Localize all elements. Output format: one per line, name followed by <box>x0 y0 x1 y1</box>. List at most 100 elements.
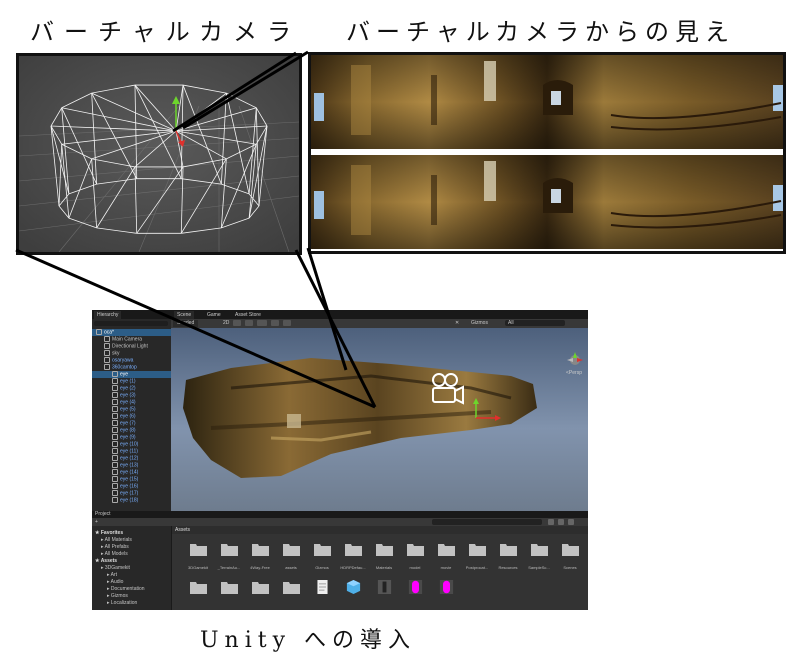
asset-folder-item[interactable]: model <box>401 540 429 576</box>
asset-item[interactable] <box>370 578 398 610</box>
tab-project[interactable]: Project <box>95 511 111 518</box>
hierarchy-item[interactable]: eye (10) <box>92 441 138 448</box>
toggle-2d-button[interactable]: 2D <box>223 320 229 327</box>
tab-asset-store[interactable]: Asset Store <box>232 311 264 319</box>
hierarchy-item-label: eye (6) <box>120 413 136 420</box>
asset-folder-item[interactable]: HDRPDefau... <box>339 540 367 576</box>
shading-mode-dropdown[interactable]: Shaded <box>173 320 199 327</box>
virtual-camera-gizmo[interactable] <box>429 366 464 406</box>
asset-folder-item[interactable]: Resources <box>494 540 522 576</box>
hierarchy-item[interactable]: eye (11) <box>92 448 138 455</box>
asset-folder-item[interactable]: 4Way-Free <box>246 540 274 576</box>
asset-folder-item[interactable]: Postprocat... <box>463 540 491 576</box>
project-tree-item[interactable]: ▸ All Materials <box>101 537 132 543</box>
hierarchy-item[interactable]: eye (12) <box>92 455 138 462</box>
visibility-toggle-icon[interactable] <box>283 320 291 326</box>
project-tree-item[interactable]: ▸ All Models <box>101 551 128 557</box>
gameobject-icon <box>104 357 110 363</box>
project-tree-item-label: All Materials <box>104 537 132 543</box>
asset-item[interactable] <box>277 578 305 610</box>
create-plus-icon[interactable]: + <box>95 519 98 525</box>
asset-label: Resources <box>498 565 518 570</box>
hierarchy-item-label: 360camtop <box>112 364 137 371</box>
hierarchy-item[interactable]: eye (13) <box>92 462 138 469</box>
asset-folder-item[interactable]: Scenes <box>556 540 584 576</box>
project-tree-item[interactable]: ▸ Gizmos <box>107 593 128 599</box>
project-tree-item[interactable]: ★ Favorites <box>95 530 123 536</box>
asset-item[interactable] <box>246 578 274 610</box>
asset-label: 3DGamekit <box>187 565 208 570</box>
asset-item[interactable] <box>308 578 336 610</box>
hierarchy-item-label: sky <box>112 350 120 357</box>
gameobject-icon <box>112 483 118 489</box>
asset-folder-item[interactable]: _TerrainAu... <box>215 540 243 576</box>
hierarchy-item[interactable]: 360camtop <box>92 364 137 371</box>
hierarchy-item[interactable]: Directional Light <box>92 343 148 350</box>
project-tree-item[interactable]: ★ Assets <box>95 558 117 564</box>
gameobject-icon <box>112 469 118 475</box>
tools-icon[interactable]: ✕ <box>455 320 459 327</box>
hierarchy-item[interactable]: eye (7) <box>92 420 136 427</box>
asset-folder-item[interactable]: Materials <box>370 540 398 576</box>
project-tree-item[interactable]: ▸ All Prefabs <box>101 544 129 550</box>
asset-label: Gizmos <box>315 565 329 570</box>
tab-game[interactable]: Game <box>204 311 224 319</box>
effects-toggle-icon[interactable] <box>257 320 267 326</box>
tab-scene[interactable]: Scene <box>174 311 195 319</box>
asset-item[interactable] <box>401 578 429 610</box>
filter-by-label-icon[interactable] <box>558 519 564 525</box>
hierarchy-item[interactable]: sky <box>92 350 120 357</box>
hierarchy-item[interactable]: eye (18) <box>92 497 138 504</box>
project-search-input[interactable] <box>432 519 542 525</box>
hierarchy-item[interactable]: eye (15) <box>92 476 138 483</box>
asset-item[interactable] <box>339 578 367 610</box>
scene-search-input[interactable]: All <box>505 320 565 326</box>
project-tree-item[interactable]: ▸ Documentation <box>107 586 145 592</box>
material-capsule-icon <box>439 580 454 594</box>
gizmos-dropdown[interactable]: Gizmos <box>471 320 488 327</box>
gameobject-icon <box>112 455 118 461</box>
project-tree-item[interactable]: ▸ 3DGamekit <box>101 565 130 571</box>
panorama-top <box>311 55 783 149</box>
hierarchy-item-label: eye (5) <box>120 406 136 413</box>
hierarchy-item[interactable]: eye (9) <box>92 434 136 441</box>
asset-label: Scenes <box>563 565 577 570</box>
hierarchy-item[interactable]: eye (3) <box>92 392 136 399</box>
asset-item[interactable] <box>184 578 212 610</box>
hierarchy-item[interactable]: eye (14) <box>92 469 138 476</box>
hierarchy-item-label: eye (3) <box>120 392 136 399</box>
asset-folder-item[interactable]: SampleSc... <box>525 540 553 576</box>
asset-folder-item[interactable]: Gizmos <box>308 540 336 576</box>
favorite-icon[interactable] <box>568 519 574 525</box>
hierarchy-item[interactable]: eye (8) <box>92 427 136 434</box>
hierarchy-item[interactable]: Main Camera <box>92 336 142 343</box>
hierarchy-search-input[interactable] <box>94 321 168 326</box>
audio-toggle-icon[interactable] <box>245 320 253 326</box>
hierarchy-item[interactable]: eye (1) <box>92 378 136 385</box>
gameobject-icon <box>112 490 118 496</box>
asset-item[interactable] <box>432 578 460 610</box>
asset-folder-item[interactable]: assets <box>277 540 305 576</box>
tab-hierarchy[interactable]: Hierarchy <box>94 311 122 319</box>
hierarchy-item[interactable]: eye (2) <box>92 385 136 392</box>
project-tree-item[interactable]: ▸ Art <box>107 572 117 578</box>
hierarchy-item[interactable]: eye (5) <box>92 406 136 413</box>
project-tree-item[interactable]: ▸ Audio <box>107 579 123 585</box>
project-tree-item[interactable]: ▸ Localization <box>107 600 137 606</box>
asset-item[interactable] <box>215 578 243 610</box>
asset-folder-item[interactable]: movie <box>432 540 460 576</box>
gameobject-icon <box>112 427 118 433</box>
hierarchy-item[interactable]: osaryawa <box>92 357 133 364</box>
camera-settings-icon[interactable] <box>271 320 279 326</box>
hierarchy-item[interactable]: eye (17) <box>92 490 138 497</box>
filter-by-type-icon[interactable] <box>548 519 554 525</box>
scene-view[interactable]: <Persp <box>171 328 588 511</box>
asset-folder-item[interactable]: 3DGamekit <box>184 540 212 576</box>
project-tree-item-label: 3DGamekit <box>104 565 130 571</box>
lighting-toggle-icon[interactable] <box>233 320 241 326</box>
hierarchy-item-label: eye (16) <box>120 483 139 490</box>
hierarchy-item[interactable]: oca* <box>92 329 175 336</box>
hierarchy-item[interactable]: eye (4) <box>92 399 136 406</box>
hierarchy-item[interactable]: eye (16) <box>92 483 138 490</box>
hierarchy-item[interactable]: eye (6) <box>92 413 136 420</box>
